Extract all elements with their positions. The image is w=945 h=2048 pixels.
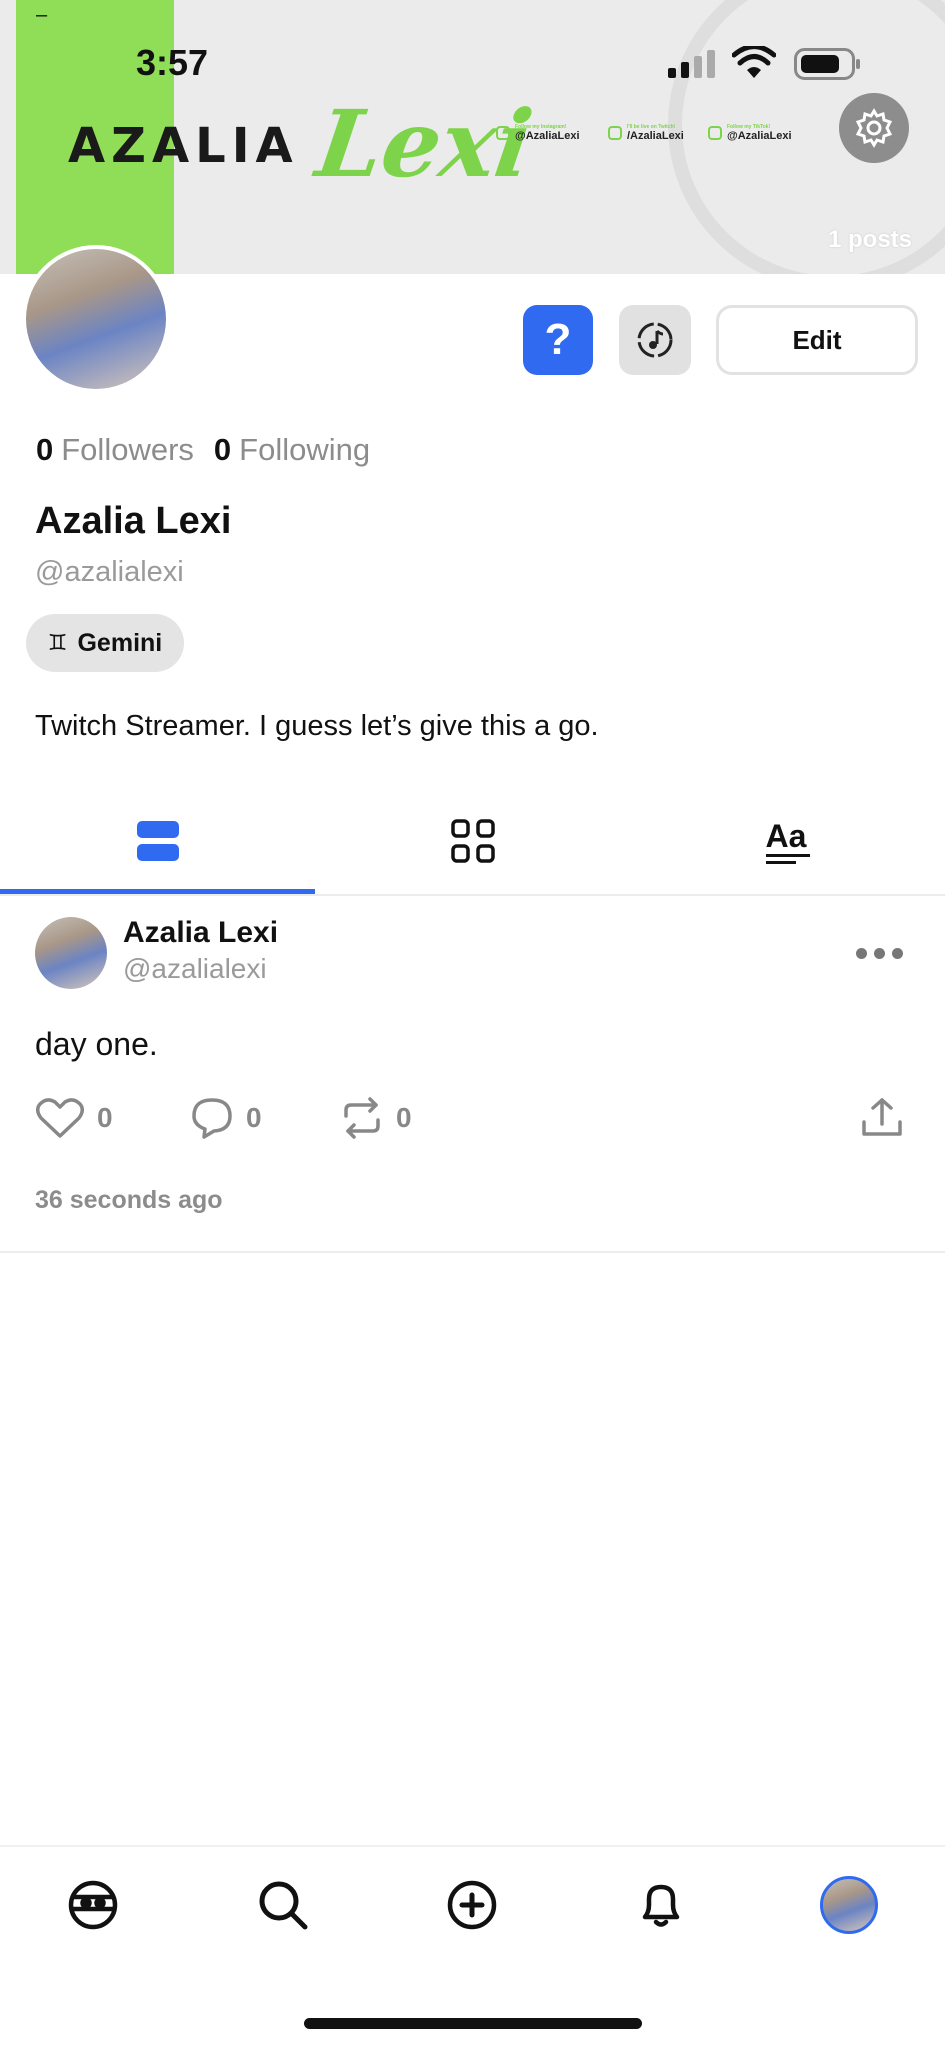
post-divider: [0, 1251, 945, 1253]
heart-icon: [36, 1098, 84, 1138]
comment-button[interactable]: 0: [190, 1096, 262, 1140]
settings-button[interactable]: [839, 93, 909, 163]
nav-divider: [0, 1845, 945, 1847]
twitch-icon: [608, 126, 622, 140]
posts-count: 1 posts: [828, 226, 913, 253]
zodiac-chip[interactable]: ♊ Gemini: [26, 614, 184, 672]
follow-stats: 0 Followers 0 Following: [36, 432, 370, 468]
stack-icon: [136, 821, 179, 861]
repost-button[interactable]: 0: [340, 1096, 412, 1140]
help-icon: ?: [544, 315, 572, 364]
status-indicator: –: [36, 4, 48, 26]
help-button[interactable]: ?: [523, 305, 593, 375]
banner-logo-script: Lexi: [310, 90, 539, 198]
comment-icon: [192, 1098, 232, 1139]
share-button[interactable]: [860, 1096, 904, 1140]
post-author-handle: @azalialexi: [123, 953, 267, 984]
nav-home[interactable]: [58, 1870, 128, 1940]
share-icon: [862, 1098, 902, 1136]
post-author-name[interactable]: Azalia Lexi: [123, 916, 278, 950]
like-button[interactable]: 0: [35, 1096, 113, 1140]
banner-social-instagram: Follow my Instagram! @AzaliaLexi: [496, 124, 580, 142]
banner-logo-text: AZALIA: [68, 118, 299, 174]
repost-count: 0: [396, 1102, 412, 1133]
status-time: 3:57: [136, 42, 209, 83]
music-icon: [637, 322, 673, 358]
banner-social-tiktok: Follow my TikTok! @AzaliaLexi: [708, 124, 792, 142]
add-icon: [447, 1880, 497, 1930]
profile-bio: Twitch Streamer. I guess let’s give this…: [35, 710, 599, 742]
search-icon: [259, 1881, 308, 1930]
username-handle: @azalialexi: [35, 556, 184, 588]
nav-create[interactable]: [437, 1870, 507, 1940]
like-count: 0: [97, 1102, 113, 1133]
text-icon: Aa: [765, 818, 810, 864]
banner-social-twitch: I'll be live on Twitch!/AzaliaLexi: [608, 124, 684, 142]
zodiac-label: Gemini: [77, 628, 163, 657]
gear-icon: [855, 108, 893, 148]
profile-avatar[interactable]: [22, 245, 170, 393]
bell-icon: [642, 1884, 680, 1927]
music-button[interactable]: [619, 305, 691, 375]
comment-count: 0: [246, 1102, 262, 1133]
battery-icon: [794, 48, 860, 80]
tab-text[interactable]: Aa: [630, 790, 945, 892]
following-link[interactable]: 0 Following: [214, 432, 370, 468]
post-timestamp: 36 seconds ago: [35, 1186, 223, 1214]
edit-profile-button[interactable]: Edit: [716, 305, 918, 375]
tiktok-icon: [708, 126, 722, 140]
avatar-image: [26, 249, 166, 389]
wifi-icon: [732, 46, 776, 78]
tabs-divider: [0, 894, 945, 896]
display-name: Azalia Lexi: [35, 500, 232, 542]
post-text: day one.: [35, 1026, 158, 1062]
more-icon[interactable]: [856, 938, 910, 968]
grid-icon: [450, 819, 495, 863]
followers-link[interactable]: 0 Followers: [36, 432, 194, 468]
nav-notifications[interactable]: [626, 1870, 696, 1940]
gemini-icon: ♊: [47, 630, 68, 655]
repost-icon: [344, 1097, 380, 1139]
home-icon: [68, 1880, 118, 1930]
post-author-avatar[interactable]: [35, 917, 107, 989]
instagram-icon: [496, 126, 510, 140]
nav-profile-avatar[interactable]: [820, 1876, 878, 1934]
tab-posts[interactable]: [0, 790, 315, 892]
nav-search[interactable]: [248, 1870, 318, 1940]
signal-icon: [668, 50, 715, 78]
tab-grid[interactable]: [315, 790, 630, 892]
home-indicator[interactable]: [304, 2018, 642, 2029]
